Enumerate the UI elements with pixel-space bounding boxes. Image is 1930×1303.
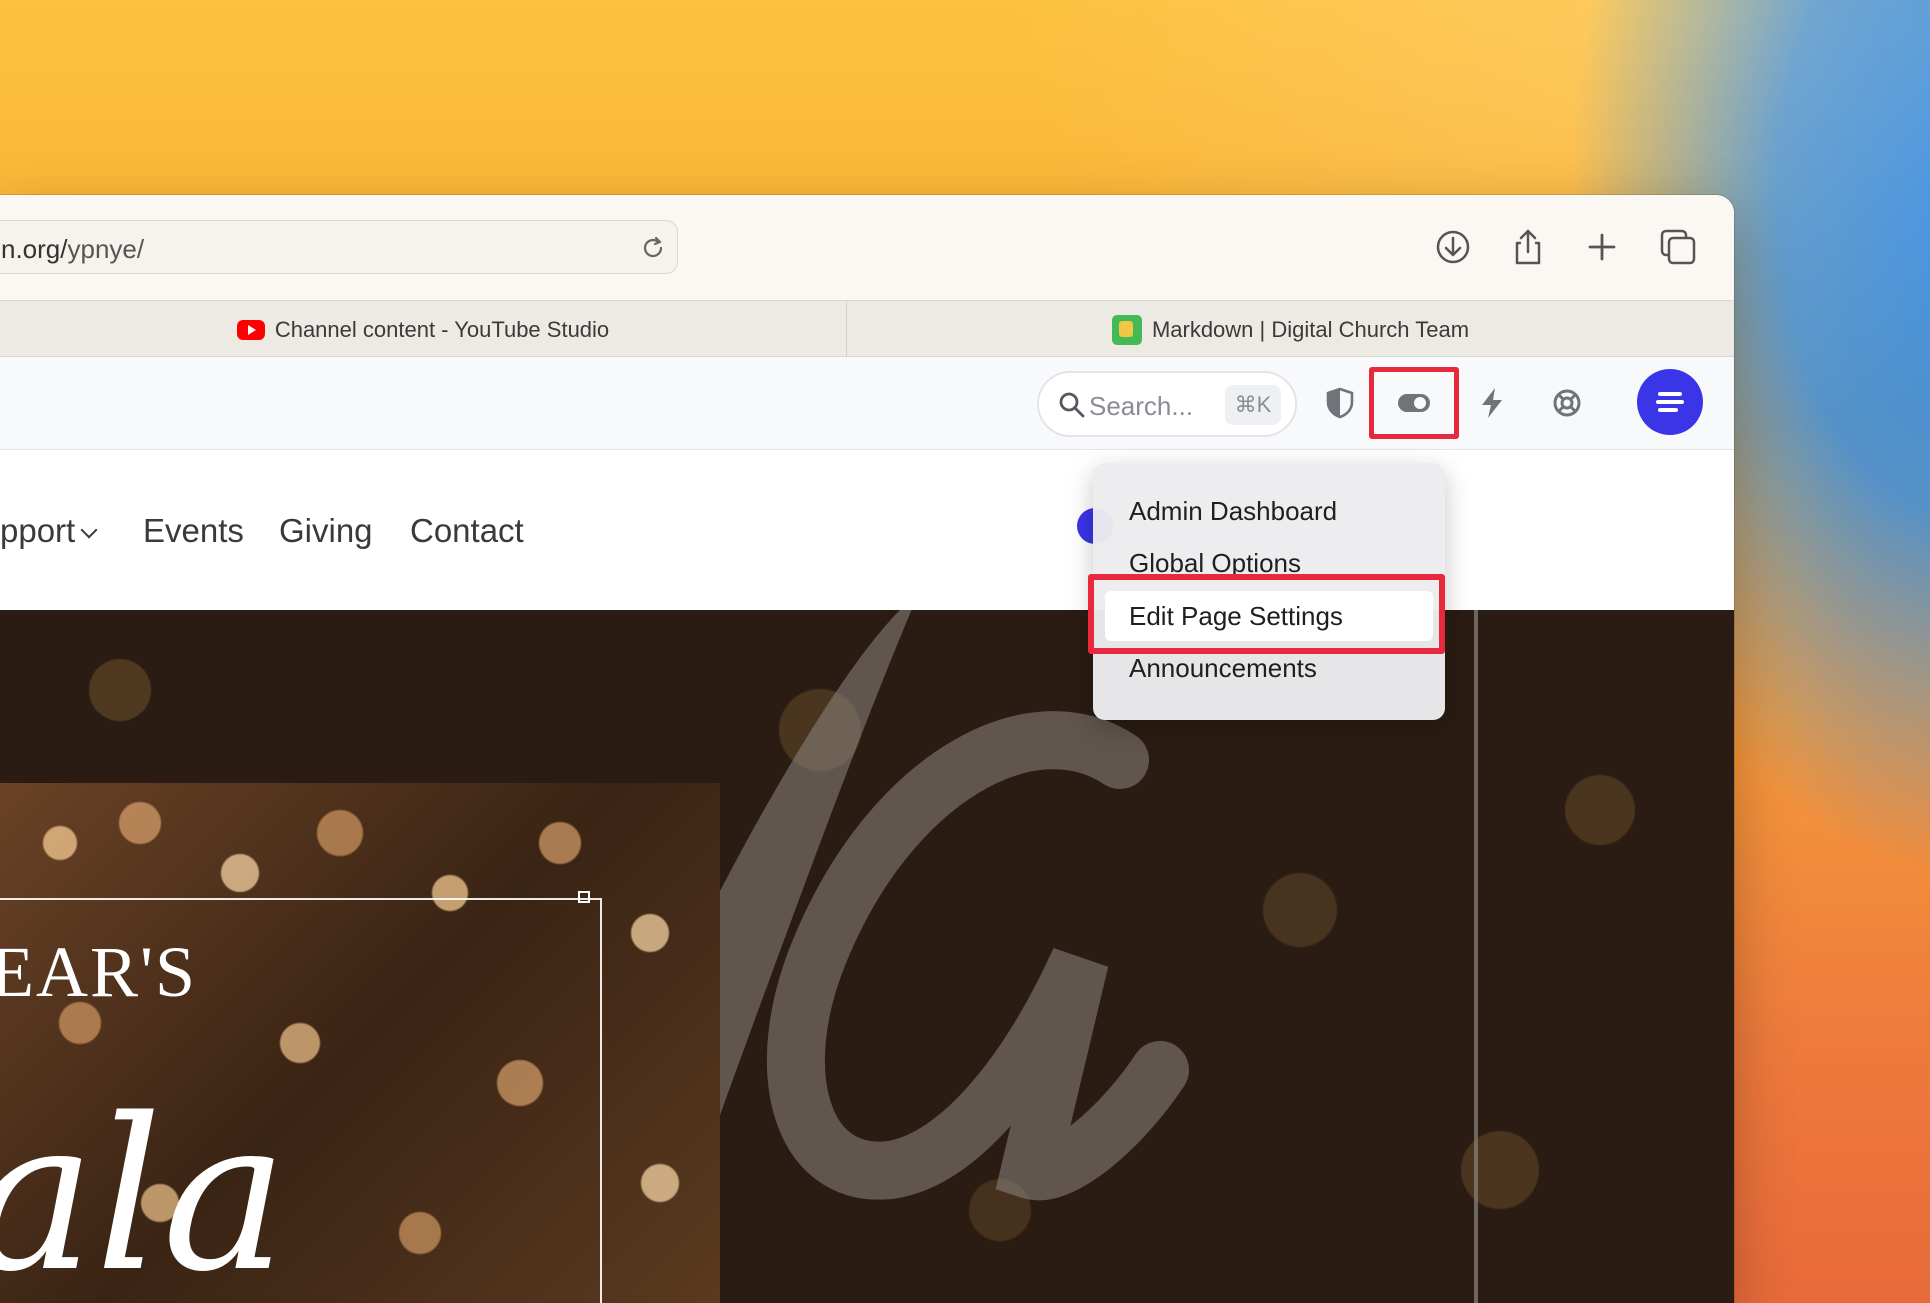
edit-page-settings-highlight-box bbox=[1088, 574, 1445, 654]
tab-markdown[interactable]: Markdown | Digital Church Team bbox=[847, 301, 1734, 358]
markdown-favicon-icon bbox=[1111, 314, 1142, 345]
menu-lines-icon bbox=[1656, 392, 1684, 412]
event-flyer-image: EAR'S ala bbox=[0, 783, 720, 1303]
address-text: n.org/ypnye/ bbox=[1, 234, 144, 265]
shield-icon[interactable] bbox=[1322, 385, 1358, 421]
browser-window: n.org/ypnye/ Channel content - YouTube S… bbox=[0, 195, 1734, 1303]
nav-item-support[interactable]: pport bbox=[0, 512, 98, 550]
reload-icon[interactable] bbox=[639, 234, 667, 262]
address-host: n.org/ bbox=[1, 234, 68, 264]
address-path: ypnye/ bbox=[67, 234, 145, 264]
help-lifebuoy-icon[interactable] bbox=[1549, 385, 1585, 421]
nav-item-label: pport bbox=[0, 512, 76, 549]
lightning-icon[interactable] bbox=[1474, 385, 1510, 421]
search-placeholder: Search... bbox=[1089, 391, 1194, 421]
nav-item-giving[interactable]: Giving bbox=[279, 512, 373, 550]
nav-item-contact[interactable]: Contact bbox=[410, 512, 524, 550]
toggle-icon[interactable] bbox=[1396, 385, 1432, 421]
search-icon bbox=[1059, 392, 1085, 418]
flyer-script-text: ala bbox=[0, 1073, 288, 1303]
nav-item-events[interactable]: Events bbox=[143, 512, 244, 550]
admin-search-input[interactable]: Search... ⌘K bbox=[1037, 371, 1297, 437]
tab-overview-icon[interactable] bbox=[1656, 225, 1700, 269]
hero-section: EAR'S ala bbox=[0, 610, 1734, 1303]
menu-item-admin-dashboard[interactable]: Admin Dashboard bbox=[1129, 496, 1337, 527]
search-shortcut-badge: ⌘K bbox=[1225, 385, 1281, 425]
tab-label: Markdown | Digital Church Team bbox=[1151, 316, 1470, 342]
admin-menu-button[interactable] bbox=[1637, 369, 1703, 435]
browser-toolbar: n.org/ypnye/ bbox=[0, 195, 1734, 300]
new-tab-icon[interactable] bbox=[1580, 225, 1624, 269]
menu-item-announcements[interactable]: Announcements bbox=[1129, 653, 1317, 684]
tab-bar: Channel content - YouTube Studio Markdow… bbox=[0, 300, 1734, 358]
site-navigation: pport Events Giving Contact bbox=[0, 450, 1734, 610]
admin-bar: Search... ⌘K bbox=[0, 357, 1734, 450]
address-bar[interactable]: n.org/ypnye/ bbox=[0, 220, 678, 274]
youtube-icon bbox=[236, 319, 265, 340]
resize-corner-icon bbox=[578, 891, 590, 903]
tab-label: Channel content - YouTube Studio bbox=[274, 316, 610, 342]
share-icon[interactable] bbox=[1506, 225, 1550, 269]
tab-youtube-studio[interactable]: Channel content - YouTube Studio bbox=[0, 301, 846, 358]
download-icon[interactable] bbox=[1431, 225, 1475, 269]
chevron-down-icon bbox=[80, 521, 98, 539]
hero-divider bbox=[1474, 610, 1478, 1303]
flyer-title: EAR'S bbox=[0, 932, 198, 1012]
